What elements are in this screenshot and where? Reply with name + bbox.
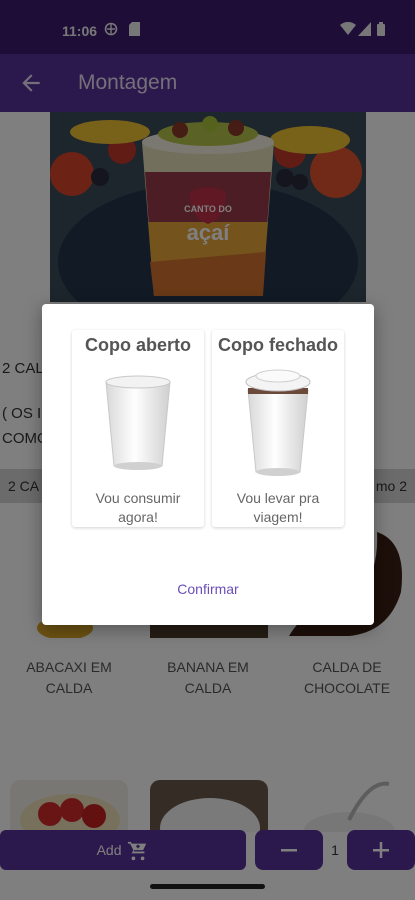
option-closed-cup[interactable]: Copo fechado Vou levar pra viagem! <box>212 330 344 527</box>
option-description-line: Vou consumir <box>95 490 181 506</box>
option-description-line: viagem! <box>253 509 303 525</box>
option-title: Copo aberto <box>85 335 191 355</box>
option-description-line: agora! <box>118 509 158 525</box>
option-description: Vou consumir agora! <box>78 489 198 527</box>
confirm-button[interactable]: Confirmar <box>42 581 374 597</box>
closed-cup-icon <box>245 369 311 476</box>
option-description: Vou levar pra viagem! <box>218 489 338 527</box>
option-open-cup[interactable]: Copo aberto Vou consumir agora! <box>72 330 204 527</box>
cup-type-dialog: Copo aberto Vou consumir agora! Copo fec… <box>42 304 374 625</box>
open-cup-icon <box>105 375 171 470</box>
option-description-line: Vou levar pra <box>236 490 320 506</box>
option-title: Copo fechado <box>218 335 338 355</box>
